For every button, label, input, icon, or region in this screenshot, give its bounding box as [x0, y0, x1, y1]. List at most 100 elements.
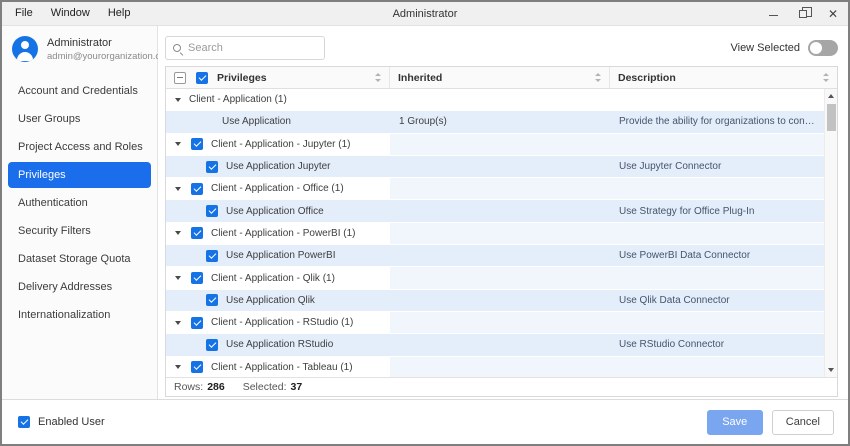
sidebar-item-internationalization[interactable]: Internationalization: [8, 302, 151, 328]
row-checkbox[interactable]: [206, 294, 218, 306]
view-selected-control: View Selected: [730, 40, 838, 56]
scrollbar-thumb[interactable]: [827, 104, 836, 131]
row-checkbox[interactable]: [191, 183, 203, 195]
table-row[interactable]: Use Application QlikUse Qlik Data Connec…: [166, 290, 824, 312]
column-header-description[interactable]: Description: [610, 67, 837, 88]
scroll-up-arrow[interactable]: [825, 90, 837, 102]
search-box[interactable]: [165, 36, 325, 60]
table-row[interactable]: Use Application PowerBIUse PowerBI Data …: [166, 245, 824, 267]
row-checkbox[interactable]: [191, 227, 203, 239]
rows-count-label: Rows:: [174, 381, 203, 393]
selected-count-label: Selected:: [243, 381, 287, 393]
select-all-checkbox[interactable]: [196, 72, 208, 84]
table-row[interactable]: Use Application RStudio Use RStudio Conne…: [166, 334, 824, 356]
table-rows: Client - Application (1) Use Application1…: [166, 89, 824, 377]
table-group-row[interactable]: Client - Application - RStudio (1): [166, 312, 824, 334]
table-group-row[interactable]: Client - Application - Tableau (1): [166, 357, 824, 377]
table-group-row[interactable]: Client - Application (1): [166, 89, 824, 111]
sidebar-item-security-filters[interactable]: Security Filters: [8, 218, 151, 244]
privileges-cell: Use Application Office: [166, 200, 390, 221]
privilege-label: Use Application Office: [226, 206, 324, 217]
row-checkbox[interactable]: [206, 250, 218, 262]
menu-help[interactable]: Help: [99, 2, 140, 25]
minimize-button[interactable]: [758, 2, 788, 25]
table-row[interactable]: Use Application Jupyter Use Jupyter Conne…: [166, 156, 824, 178]
row-checkbox[interactable]: [191, 361, 203, 373]
save-button[interactable]: Save: [707, 410, 763, 435]
sidebar-item-authentication[interactable]: Authentication: [8, 190, 151, 216]
column-header-privileges[interactable]: Privileges: [166, 67, 390, 88]
expander-icon[interactable]: [175, 187, 181, 191]
table-group-row[interactable]: Client - Application - PowerBI (1): [166, 223, 824, 245]
table-group-row[interactable]: Client - Application - Jupyter (1): [166, 134, 824, 156]
sidebar-item-account-and-credentials[interactable]: Account and Credentials: [8, 78, 151, 104]
table-group-row[interactable]: Client - Application - Office (1): [166, 178, 824, 200]
inherited-cell: [390, 245, 610, 266]
privilege-label: Use Application Qlik: [226, 295, 315, 306]
privileges-cell: Use Application Jupyter: [166, 156, 390, 177]
expander-icon[interactable]: [175, 365, 181, 369]
view-selected-toggle[interactable]: [808, 40, 838, 56]
row-checkbox[interactable]: [206, 205, 218, 217]
column-header-inherited[interactable]: Inherited: [390, 67, 610, 88]
column-label: Privileges: [217, 72, 267, 84]
collapse-all-checkbox[interactable]: [174, 72, 186, 84]
enabled-user-checkbox[interactable]: [18, 416, 30, 428]
privilege-label: Client - Application (1): [189, 94, 287, 105]
user-email: admin@yourorganization.com: [47, 51, 173, 62]
description-cell: Use PowerBI Data Connector: [610, 245, 824, 266]
search-input[interactable]: [188, 42, 308, 54]
row-checkbox[interactable]: [191, 317, 203, 329]
sidebar-item-user-groups[interactable]: User Groups: [8, 106, 151, 132]
sidebar-item-project-access-and-roles[interactable]: Project Access and Roles: [8, 134, 151, 160]
restore-button[interactable]: [788, 2, 818, 25]
description-cell: Use RStudio Connector: [610, 334, 824, 355]
enabled-user-control: Enabled User: [18, 416, 105, 428]
sidebar-item-privileges[interactable]: Privileges: [8, 162, 151, 188]
app-window: File Window Help Administrator ✕ Adminis…: [0, 0, 850, 446]
description-cell: Use Strategy for Office Plug-In: [610, 200, 824, 221]
description-cell: [610, 267, 824, 288]
privileges-cell: Use Application RStudio: [166, 334, 390, 355]
privilege-label: Use Application Jupyter: [226, 161, 331, 172]
sidebar-item-delivery-addresses[interactable]: Delivery Addresses: [8, 274, 151, 300]
table-body: Client - Application (1) Use Application1…: [166, 89, 837, 377]
privileges-cell: Client - Application (1): [166, 89, 390, 110]
inherited-cell: 1 Group(s): [390, 111, 610, 132]
description-cell: Use Jupyter Connector: [610, 156, 824, 177]
row-checkbox[interactable]: [206, 161, 218, 173]
rows-count-value: 286: [207, 381, 225, 393]
window-controls: ✕: [758, 2, 848, 25]
expander-icon[interactable]: [175, 231, 181, 235]
description-cell: [610, 134, 824, 155]
menu-window[interactable]: Window: [42, 2, 99, 25]
inherited-cell: [390, 156, 610, 177]
view-selected-label: View Selected: [730, 42, 800, 54]
user-avatar-icon: [12, 36, 38, 62]
menu-file[interactable]: File: [6, 2, 42, 25]
description-cell: [610, 223, 824, 244]
expander-icon[interactable]: [175, 142, 181, 146]
row-checkbox[interactable]: [206, 339, 218, 351]
table-row[interactable]: Use Application1 Group(s)Provide the abi…: [166, 111, 824, 133]
row-checkbox[interactable]: [191, 138, 203, 150]
scroll-down-arrow[interactable]: [825, 364, 837, 376]
table-row[interactable]: Use Application Office Use Strategy for O…: [166, 200, 824, 222]
expander-icon[interactable]: [175, 276, 181, 280]
table-footer: Rows: 286 Selected: 37: [166, 377, 837, 396]
description-cell: [610, 312, 824, 333]
row-checkbox[interactable]: [191, 272, 203, 284]
expander-icon[interactable]: [175, 321, 181, 325]
sort-icon: [823, 73, 829, 82]
minimize-icon: [769, 15, 778, 17]
cancel-button[interactable]: Cancel: [772, 410, 834, 435]
privilege-label: Client - Application - PowerBI (1): [211, 228, 356, 239]
privilege-label: Client - Application - Jupyter (1): [211, 139, 351, 150]
table-group-row[interactable]: Client - Application - Qlik (1): [166, 267, 824, 289]
description-cell: Provide the ability for organizations to…: [610, 111, 824, 132]
sidebar: Administrator admin@yourorganization.com…: [2, 26, 158, 399]
expander-icon[interactable]: [175, 98, 181, 102]
vertical-scrollbar[interactable]: [824, 89, 837, 377]
close-button[interactable]: ✕: [818, 2, 848, 25]
sidebar-item-dataset-storage-quota[interactable]: Dataset Storage Quota: [8, 246, 151, 272]
